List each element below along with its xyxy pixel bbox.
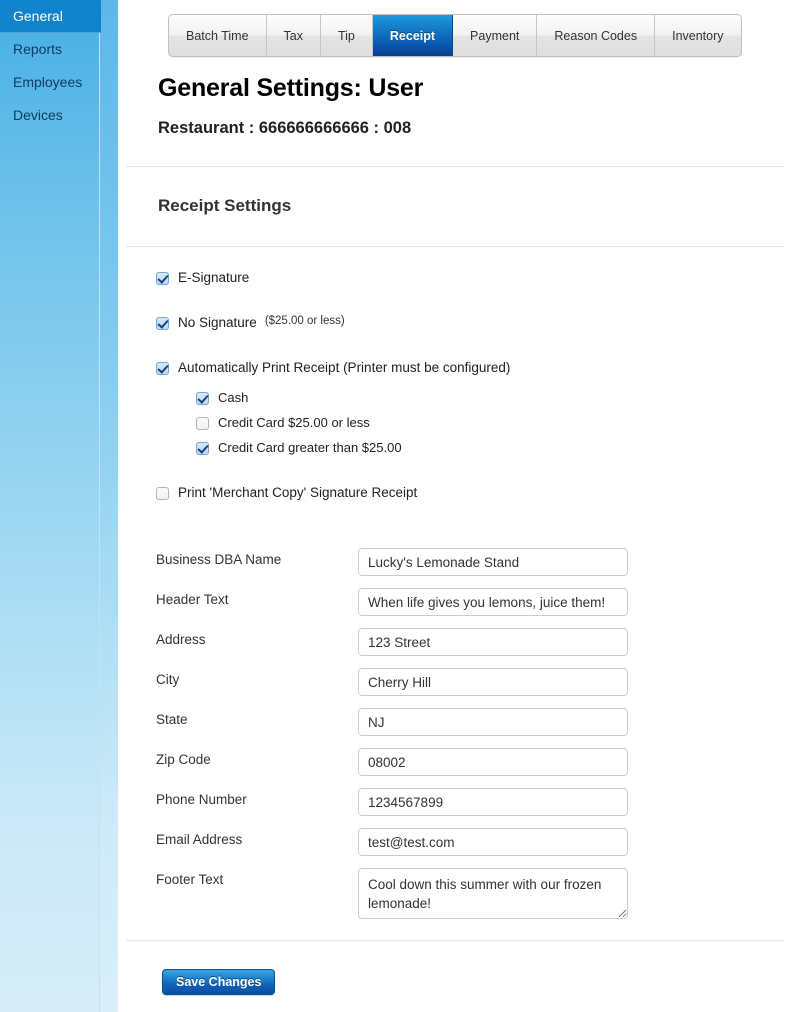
tab-label: Tax [283,28,303,43]
checkbox-credit-card-over[interactable] [196,442,209,455]
tab-tip[interactable]: Tip [320,15,373,56]
label-email-address: Email Address [156,832,243,847]
tab-inventory[interactable]: Inventory [655,15,741,56]
checkbox-row-no-signature[interactable]: No Signature ($25.00 or less) [156,315,345,330]
checkbox-label-e-signature: E-Signature [178,270,250,285]
checkbox-merchant-copy[interactable] [156,487,169,500]
input-state[interactable] [358,708,628,736]
input-city[interactable] [358,668,628,696]
input-header-text[interactable] [358,588,628,616]
sidebar-item-devices[interactable]: Devices [0,99,99,132]
checkbox-credit-card-under[interactable] [196,417,209,430]
checkbox-note-no-signature: ($25.00 or less) [264,315,345,327]
field-row-footer-text: Footer Text Cool down this summer with o… [156,868,756,919]
save-changes-button[interactable]: Save Changes [162,969,276,995]
sidebar-item-reports[interactable]: Reports [0,33,99,66]
checkbox-cash[interactable] [196,392,209,405]
sidebar-nav: General Reports Employees Devices [0,0,101,1012]
tab-receipt[interactable]: Receipt [372,15,454,56]
divider [126,940,785,941]
checkbox-label-auto-print: Automatically Print Receipt (Printer mus… [178,360,511,375]
page-title: General Settings: User [158,74,424,102]
input-phone-number[interactable] [358,788,628,816]
sidebar-item-employees[interactable]: Employees [0,66,99,99]
label-footer-text: Footer Text [156,872,224,887]
checkbox-row-auto-print[interactable]: Automatically Print Receipt (Printer mus… [156,360,510,375]
checkbox-row-merchant-copy[interactable]: Print 'Merchant Copy' Signature Receipt [156,485,417,500]
sidebar: General Reports Employees Devices [0,0,118,1012]
input-address[interactable] [358,628,628,656]
checkbox-label-credit-card-under: Credit Card $25.00 or less [218,415,370,430]
checkbox-auto-print[interactable] [156,362,169,375]
divider [126,166,785,167]
tab-payment[interactable]: Payment [453,15,538,56]
sidebar-item-label: Devices [13,107,63,123]
sidebar-item-general[interactable]: General [0,0,101,33]
page-subtitle: Restaurant : 666666666666 : 008 [158,119,412,137]
input-business-dba-name[interactable] [358,548,628,576]
checkbox-e-signature[interactable] [156,272,169,285]
settings-tab-bar: Batch Time Tax Tip Receipt Payment Reaso… [168,14,742,57]
input-email-address[interactable] [358,828,628,856]
checkbox-no-signature[interactable] [156,317,169,330]
tab-label: Reason Codes [554,28,638,43]
sidebar-item-label: Reports [13,41,63,57]
field-row-email-address: Email Address [156,828,756,856]
field-row-address: Address [156,628,756,656]
label-business-dba-name: Business DBA Name [156,552,282,567]
field-row-city: City [156,668,756,696]
main-content: Batch Time Tax Tip Receipt Payment Reaso… [118,0,787,1012]
checkbox-label-credit-card-over: Credit Card greater than $25.00 [218,440,402,455]
checkbox-row-credit-card-under[interactable]: Credit Card $25.00 or less [196,415,370,430]
divider [126,246,785,247]
field-row-zip-code: Zip Code [156,748,756,776]
checkbox-row-e-signature[interactable]: E-Signature [156,270,249,285]
field-row-state: State [156,708,756,736]
label-address: Address [156,632,206,647]
checkbox-label-merchant-copy: Print 'Merchant Copy' Signature Receipt [178,485,418,500]
tab-reason-codes[interactable]: Reason Codes [537,15,656,56]
tab-batch-time[interactable]: Batch Time [169,15,267,56]
textarea-footer-text[interactable]: Cool down this summer with our frozen le… [358,868,628,919]
field-row-header-text: Header Text [156,588,756,616]
tab-label: Inventory [672,28,724,43]
tab-label: Tip [337,28,355,43]
input-zip-code[interactable] [358,748,628,776]
checkbox-row-cash[interactable]: Cash [196,390,248,405]
field-row-phone-number: Phone Number [156,788,756,816]
tab-label: Batch Time [186,28,249,43]
section-title: Receipt Settings [158,196,292,215]
field-row-business-dba-name: Business DBA Name [156,548,756,576]
label-zip-code: Zip Code [156,752,211,767]
checkbox-label-cash: Cash [218,390,249,405]
sidebar-item-label: General [13,8,63,24]
checkbox-label-no-signature: No Signature [178,315,257,330]
label-state: State [156,712,188,727]
tab-label: Receipt [389,28,436,43]
label-city: City [156,672,180,687]
label-phone-number: Phone Number [156,792,247,807]
tab-tax[interactable]: Tax [266,15,321,56]
checkbox-row-credit-card-over[interactable]: Credit Card greater than $25.00 [196,440,402,455]
sidebar-item-label: Employees [13,74,83,90]
label-header-text: Header Text [156,592,229,607]
tab-label: Payment [470,28,520,43]
